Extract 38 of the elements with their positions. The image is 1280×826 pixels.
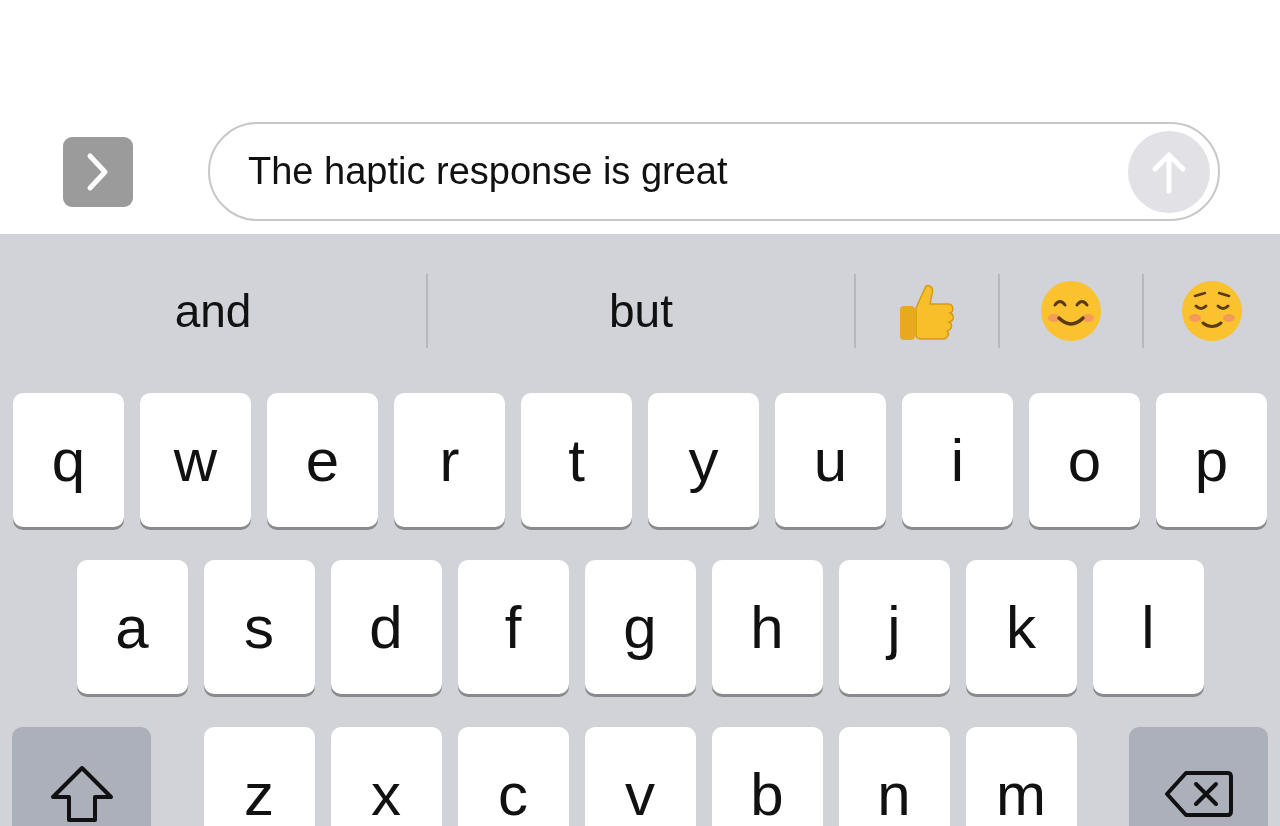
letter-key[interactable]: m [965,727,1077,826]
letter-key[interactable]: x [330,727,442,826]
message-field[interactable]: The haptic response is great [208,122,1220,221]
letter-key[interactable]: a [76,560,188,694]
letter-key[interactable]: u [775,393,886,527]
smiling-face-icon [1040,279,1102,342]
letter-key[interactable]: c [457,727,569,826]
letter-key[interactable]: z [203,727,315,826]
shift-key[interactable] [12,727,151,826]
letter-key[interactable]: g [584,560,696,694]
letter-key[interactable]: v [584,727,696,826]
letter-key[interactable]: n [838,727,950,826]
letter-key[interactable]: l [1092,560,1204,694]
letter-key[interactable]: k [965,560,1077,694]
letter-key[interactable]: t [521,393,632,527]
arrow-up-icon [1151,149,1187,194]
delete-key[interactable] [1129,727,1268,826]
letter-key[interactable]: s [203,560,315,694]
suggestion-item[interactable]: but [428,283,854,338]
suggestion-item[interactable]: and [0,283,426,338]
letter-key[interactable]: d [330,560,442,694]
expand-button[interactable] [63,136,133,207]
letter-key[interactable]: r [394,393,505,527]
relieved-face-icon [1181,279,1243,342]
letter-key[interactable]: h [711,560,823,694]
letter-key[interactable]: f [457,560,569,694]
letter-key[interactable]: i [902,393,1013,527]
letter-key[interactable]: j [838,560,950,694]
letter-key[interactable]: y [648,393,759,527]
letter-key[interactable]: b [711,727,823,826]
delete-backward-icon [1163,769,1234,819]
letter-key[interactable]: w [140,393,251,527]
letter-key[interactable]: q [13,393,124,527]
letter-key[interactable]: o [1029,393,1140,527]
letter-key[interactable]: e [267,393,378,527]
shift-arrow-icon [48,764,115,824]
letter-key[interactable]: p [1156,393,1267,527]
message-input[interactable]: The haptic response is great [248,150,1128,193]
